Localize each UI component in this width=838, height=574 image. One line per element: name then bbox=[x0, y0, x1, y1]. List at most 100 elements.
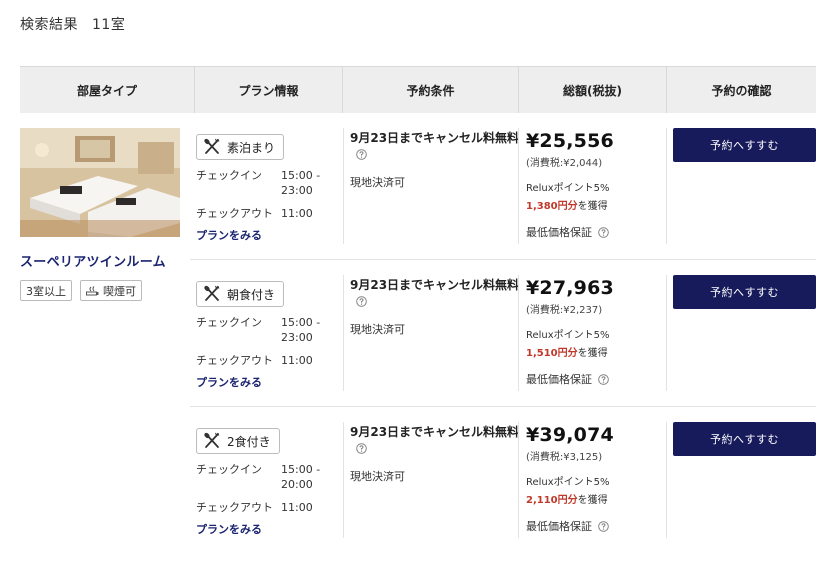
total-price: ¥25,556 bbox=[526, 130, 614, 152]
price-cell: ¥39,074 (消費税:¥3,125) Reluxポイント5% 2,110円分… bbox=[526, 422, 666, 534]
header-total-price: 総額(税抜) bbox=[519, 67, 667, 113]
relux-points: Reluxポイント5% bbox=[526, 183, 610, 194]
action-cell: 予約へすすむ bbox=[673, 275, 816, 309]
cancel-policy: 9月23日までキャンセル料無料 bbox=[350, 424, 520, 458]
help-icon[interactable] bbox=[598, 226, 609, 238]
cancel-policy-text: 9月23日までキャンセル料無料 bbox=[350, 131, 520, 145]
help-icon[interactable] bbox=[356, 296, 367, 307]
reserve-button[interactable]: 予約へすすむ bbox=[673, 275, 816, 309]
plan-name: 朝食付き bbox=[227, 287, 276, 302]
search-result-label: 検索結果 bbox=[20, 17, 78, 33]
payment-option: 現地決済可 bbox=[350, 176, 405, 189]
column-divider bbox=[343, 422, 344, 538]
room-tags: 3室以上 喫煙可 bbox=[20, 280, 180, 301]
row-divider bbox=[190, 406, 816, 407]
checkout-label: チェックアウト bbox=[196, 501, 273, 514]
checkout-line: チェックアウト 11:00 bbox=[196, 500, 342, 515]
view-plan-link[interactable]: プランをみる bbox=[196, 227, 262, 243]
checkin-time: 15:00 - 23:00 bbox=[281, 169, 321, 197]
room-name[interactable]: スーペリアツインルーム bbox=[20, 251, 180, 270]
checkout-line: チェックアウト 11:00 bbox=[196, 206, 342, 221]
cancel-policy: 9月23日までキャンセル料無料 bbox=[350, 277, 520, 311]
reserve-button[interactable]: 予約へすすむ bbox=[673, 422, 816, 456]
payment-option: 現地決済可 bbox=[350, 323, 405, 336]
help-icon[interactable] bbox=[356, 149, 367, 160]
room-tag-availability-label: 3室以上 bbox=[26, 284, 66, 298]
column-divider bbox=[343, 275, 344, 391]
price-cell: ¥25,556 (消費税:¥2,044) Reluxポイント5% 1,380円分… bbox=[526, 128, 666, 240]
points-earned: 2,110円分を獲得 bbox=[526, 491, 666, 506]
conditions-cell: 9月23日までキャンセル料無料 現地決済可 bbox=[350, 128, 520, 190]
help-icon[interactable] bbox=[356, 443, 367, 454]
checkin-line: チェックイン 15:00 - 23:00 bbox=[196, 168, 342, 198]
header-plan-info: プラン情報 bbox=[195, 67, 343, 113]
meal-icon bbox=[204, 138, 220, 154]
price-cell: ¥27,963 (消費税:¥2,237) Reluxポイント5% 1,510円分… bbox=[526, 275, 666, 387]
help-icon[interactable] bbox=[598, 373, 609, 385]
checkout-time: 11:00 bbox=[281, 354, 313, 367]
points-earned-amount: 2,110円分 bbox=[526, 495, 578, 506]
column-divider bbox=[518, 422, 519, 538]
consumption-tax: (消費税:¥2,237) bbox=[526, 305, 603, 316]
relux-points: Reluxポイント5% bbox=[526, 330, 610, 341]
help-icon[interactable] bbox=[598, 520, 609, 532]
lowest-price-guarantee-label: 最低価格保証 bbox=[526, 520, 592, 533]
action-cell: 予約へすすむ bbox=[673, 422, 816, 456]
cancel-policy: 9月23日までキャンセル料無料 bbox=[350, 130, 520, 164]
plan-info-cell: 朝食付き チェックイン 15:00 - 23:00 チェックアウト 11:00 … bbox=[196, 275, 342, 391]
column-divider bbox=[518, 128, 519, 244]
total-price: ¥39,074 bbox=[526, 424, 614, 446]
lowest-price-guarantee-label: 最低価格保証 bbox=[526, 373, 592, 386]
view-plan-link[interactable]: プランをみる bbox=[196, 521, 262, 537]
points-earned-suffix: を獲得 bbox=[577, 495, 608, 506]
room-info: スーペリアツインルーム 3室以上 喫煙可 bbox=[20, 128, 180, 301]
checkout-label: チェックアウト bbox=[196, 354, 273, 367]
view-plan-link[interactable]: プランをみる bbox=[196, 374, 262, 390]
smoking-icon bbox=[86, 285, 100, 296]
checkout-time: 11:00 bbox=[281, 207, 313, 220]
consumption-tax: (消費税:¥2,044) bbox=[526, 158, 603, 169]
checkin-line: チェックイン 15:00 - 20:00 bbox=[196, 462, 342, 492]
header-conditions: 予約条件 bbox=[343, 67, 519, 113]
plan-name: 素泊まり bbox=[227, 140, 276, 155]
lowest-price-guarantee-label: 最低価格保証 bbox=[526, 226, 592, 239]
payment-option: 現地決済可 bbox=[350, 470, 405, 483]
points-earned: 1,380円分を獲得 bbox=[526, 197, 666, 212]
plan-badge: 素泊まり bbox=[196, 134, 285, 160]
plan-row: 素泊まり チェックイン 15:00 - 23:00 チェックアウト 11:00 … bbox=[190, 128, 816, 258]
checkin-time: 15:00 - 20:00 bbox=[281, 463, 321, 491]
points-earned: 1,510円分を獲得 bbox=[526, 344, 666, 359]
points-earned-suffix: を獲得 bbox=[577, 201, 608, 212]
plan-badge: 2食付き bbox=[196, 428, 280, 454]
checkin-label: チェックイン bbox=[196, 316, 262, 329]
checkout-label: チェックアウト bbox=[196, 207, 273, 220]
search-result-number: 11室 bbox=[92, 17, 126, 33]
plan-name: 2食付き bbox=[227, 434, 271, 449]
column-divider bbox=[666, 275, 667, 391]
checkout-line: チェックアウト 11:00 bbox=[196, 353, 342, 368]
relux-points: Reluxポイント5% bbox=[526, 477, 610, 488]
meal-icon bbox=[204, 285, 220, 301]
conditions-cell: 9月23日までキャンセル料無料 現地決済可 bbox=[350, 275, 520, 337]
lowest-price-guarantee: 最低価格保証 bbox=[526, 371, 666, 387]
checkin-label: チェックイン bbox=[196, 169, 262, 182]
checkin-line: チェックイン 15:00 - 23:00 bbox=[196, 315, 342, 345]
checkin-time: 15:00 - 23:00 bbox=[281, 316, 321, 344]
points-earned-suffix: を獲得 bbox=[577, 348, 608, 359]
cancel-policy-text: 9月23日までキャンセル料無料 bbox=[350, 425, 520, 439]
action-cell: 予約へすすむ bbox=[673, 128, 816, 162]
lowest-price-guarantee: 最低価格保証 bbox=[526, 224, 666, 240]
room-tag-availability: 3室以上 bbox=[20, 280, 72, 301]
plan-row: 2食付き チェックイン 15:00 - 20:00 チェックアウト 11:00 … bbox=[190, 422, 816, 552]
cancel-policy-text: 9月23日までキャンセル料無料 bbox=[350, 278, 520, 292]
reserve-button[interactable]: 予約へすすむ bbox=[673, 128, 816, 162]
search-result-count: 検索結果 11室 bbox=[20, 14, 125, 34]
column-divider bbox=[518, 275, 519, 391]
column-divider bbox=[666, 422, 667, 538]
total-price: ¥27,963 bbox=[526, 277, 614, 299]
room-photo[interactable] bbox=[20, 128, 180, 237]
lowest-price-guarantee: 最低価格保証 bbox=[526, 518, 666, 534]
column-divider bbox=[343, 128, 344, 244]
meal-icon bbox=[204, 432, 220, 448]
plan-info-cell: 2食付き チェックイン 15:00 - 20:00 チェックアウト 11:00 … bbox=[196, 422, 342, 538]
